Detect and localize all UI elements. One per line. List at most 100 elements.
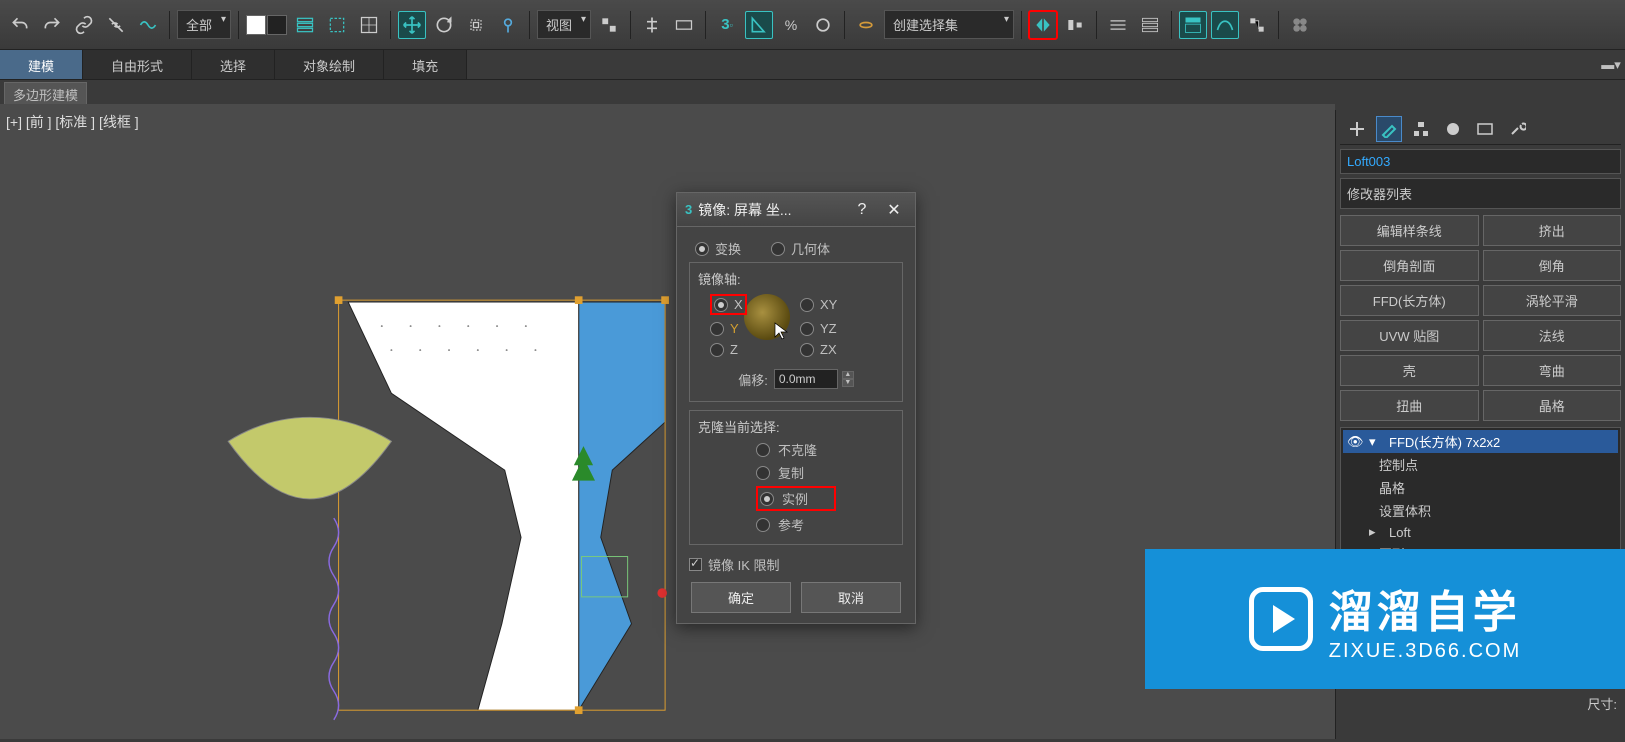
checkbox-mirror-ik[interactable] xyxy=(689,558,702,571)
edit-selection-set-icon[interactable] xyxy=(852,11,880,39)
stack-item-lattice[interactable]: 晶格 xyxy=(1343,476,1618,499)
stack-item-ffd[interactable]: 👁 ▾ FFD(长方体) 7x2x2 xyxy=(1343,430,1618,453)
unlink-icon[interactable] xyxy=(102,11,130,39)
stack-item-controlpoints[interactable]: 控制点 xyxy=(1343,453,1618,476)
window-crossing-icon[interactable] xyxy=(355,11,383,39)
utilities-tab-icon[interactable] xyxy=(1504,116,1530,142)
eye-icon[interactable]: 👁 xyxy=(1347,434,1363,450)
mod-btn-normal[interactable]: 法线 xyxy=(1483,320,1622,351)
manipulate-icon[interactable] xyxy=(638,11,666,39)
object-name-field[interactable]: Loft003 xyxy=(1340,149,1621,174)
link-icon[interactable] xyxy=(70,11,98,39)
select-by-name-icon[interactable] xyxy=(291,11,319,39)
dialog-titlebar[interactable]: 3 镜像: 屏幕 坐... ? ✕ xyxy=(677,193,915,227)
rect-select-icon[interactable] xyxy=(323,11,351,39)
ribbon-subheader[interactable]: 多边形建模 xyxy=(4,82,87,106)
curve-editor-icon[interactable] xyxy=(1211,11,1239,39)
close-icon[interactable]: ✕ xyxy=(881,200,907,220)
radio-clone-reference[interactable] xyxy=(756,518,770,532)
keyboard-shortcut-icon[interactable] xyxy=(670,11,698,39)
ribbon-tab-modeling[interactable]: 建模 xyxy=(0,50,83,79)
radio-clone-copy[interactable] xyxy=(756,466,770,480)
radio-axis-zx[interactable] xyxy=(800,343,814,357)
modifier-stack[interactable]: 👁 ▾ FFD(长方体) 7x2x2 控制点 晶格 设置体积 ▸ Loft 图形 xyxy=(1340,427,1621,568)
select-object-icon[interactable] xyxy=(246,15,266,35)
display-tab-icon[interactable] xyxy=(1472,116,1498,142)
offset-input[interactable]: 0.0mm xyxy=(774,369,838,389)
label-axis-yz: YZ xyxy=(820,321,837,336)
hierarchy-tab-icon[interactable] xyxy=(1408,116,1434,142)
radio-geometry[interactable] xyxy=(771,242,785,256)
ribbon-toggle-icon[interactable] xyxy=(1179,11,1207,39)
help-button[interactable]: ? xyxy=(849,201,875,219)
select-place-icon[interactable] xyxy=(494,11,522,39)
ribbon-tab-freeform[interactable]: 自由形式 xyxy=(83,50,192,79)
spinner-up-icon[interactable]: ▲ xyxy=(842,371,854,379)
mod-btn-twist[interactable]: 扭曲 xyxy=(1340,390,1479,421)
stack-label: Loft xyxy=(1389,525,1411,540)
mod-btn-editspline[interactable]: 编辑样条线 xyxy=(1340,215,1479,246)
mod-btn-uvwmap[interactable]: UVW 贴图 xyxy=(1340,320,1479,351)
radio-axis-xy[interactable] xyxy=(800,298,814,312)
expand-icon[interactable]: ▸ xyxy=(1369,524,1383,540)
radio-axis-x[interactable] xyxy=(714,298,728,312)
angle-snap-icon[interactable] xyxy=(745,11,773,39)
mirror-icon[interactable] xyxy=(1029,11,1057,39)
ribbon-tab-selection[interactable]: 选择 xyxy=(192,50,275,79)
mod-btn-shell[interactable]: 壳 xyxy=(1340,355,1479,386)
radio-axis-yz[interactable] xyxy=(800,322,814,336)
select-move-icon[interactable] xyxy=(398,11,426,39)
modify-tab-icon[interactable] xyxy=(1376,116,1402,142)
select-scale-icon[interactable] xyxy=(462,11,490,39)
label-axis-z: Z xyxy=(730,342,738,357)
stack-label: FFD(长方体) 7x2x2 xyxy=(1389,432,1500,451)
mod-btn-bend[interactable]: 弯曲 xyxy=(1483,355,1622,386)
select-rotate-icon[interactable] xyxy=(430,11,458,39)
motion-tab-icon[interactable] xyxy=(1440,116,1466,142)
mod-btn-ffdbox[interactable]: FFD(长方体) xyxy=(1340,285,1479,316)
redo-icon[interactable] xyxy=(38,11,66,39)
mod-btn-extrude[interactable]: 挤出 xyxy=(1483,215,1622,246)
offset-spinner[interactable]: 0.0mm ▲▼ xyxy=(774,369,854,389)
radio-transform[interactable] xyxy=(695,242,709,256)
selection-filter-dropdown[interactable]: 全部 xyxy=(177,10,231,39)
coordinate-system-dropdown[interactable]: 视图 xyxy=(537,10,591,39)
bind-spacewarp-icon[interactable] xyxy=(134,11,162,39)
radio-clone-none[interactable] xyxy=(756,443,770,457)
percent-snap-icon[interactable]: % xyxy=(777,11,805,39)
mod-btn-bevel[interactable]: 倒角 xyxy=(1483,250,1622,281)
radio-clone-instance[interactable] xyxy=(760,492,774,506)
layers-icon[interactable] xyxy=(1104,11,1132,39)
undo-icon[interactable] xyxy=(6,11,34,39)
viewport[interactable] xyxy=(0,134,1335,739)
offset-label: 偏移: xyxy=(738,370,768,389)
named-selection-dropdown[interactable]: 创建选择集 xyxy=(884,10,1014,39)
stack-item-setvolume[interactable]: 设置体积 xyxy=(1343,499,1618,522)
radio-axis-y[interactable] xyxy=(710,322,724,336)
clone-group-label: 克隆当前选择: xyxy=(698,417,894,436)
label-clone-copy: 复制 xyxy=(778,463,804,482)
ok-button[interactable]: 确定 xyxy=(691,582,791,613)
mod-btn-turbosmooth[interactable]: 涡轮平滑 xyxy=(1483,285,1622,316)
expand-icon[interactable]: ▾ xyxy=(1369,434,1383,450)
viewport-label[interactable]: [+] [前 ] [标准 ] [线框 ] xyxy=(6,112,139,132)
select-object-alt-icon[interactable] xyxy=(267,15,287,35)
ribbon-dropdown-icon[interactable]: ▬▾ xyxy=(1597,50,1625,79)
mod-btn-lattice[interactable]: 晶格 xyxy=(1483,390,1622,421)
align-icon[interactable] xyxy=(1061,11,1089,39)
material-editor-icon[interactable] xyxy=(1286,11,1314,39)
snap-3-icon[interactable]: 3▫ xyxy=(713,11,741,39)
cancel-button[interactable]: 取消 xyxy=(801,582,901,613)
schematic-view-icon[interactable] xyxy=(1243,11,1271,39)
ribbon-tab-populate[interactable]: 填充 xyxy=(384,50,467,79)
stack-item-loft[interactable]: ▸ Loft xyxy=(1343,522,1618,542)
scene-explorer-icon[interactable] xyxy=(1136,11,1164,39)
mod-btn-bevelprofile[interactable]: 倒角剖面 xyxy=(1340,250,1479,281)
spinner-down-icon[interactable]: ▼ xyxy=(842,379,854,387)
modifier-list-dropdown[interactable]: 修改器列表 xyxy=(1340,178,1621,209)
create-tab-icon[interactable] xyxy=(1344,116,1370,142)
ribbon-tab-objectpaint[interactable]: 对象绘制 xyxy=(275,50,384,79)
spinner-snap-icon[interactable] xyxy=(809,11,837,39)
radio-axis-z[interactable] xyxy=(710,343,724,357)
pivot-center-icon[interactable] xyxy=(595,11,623,39)
